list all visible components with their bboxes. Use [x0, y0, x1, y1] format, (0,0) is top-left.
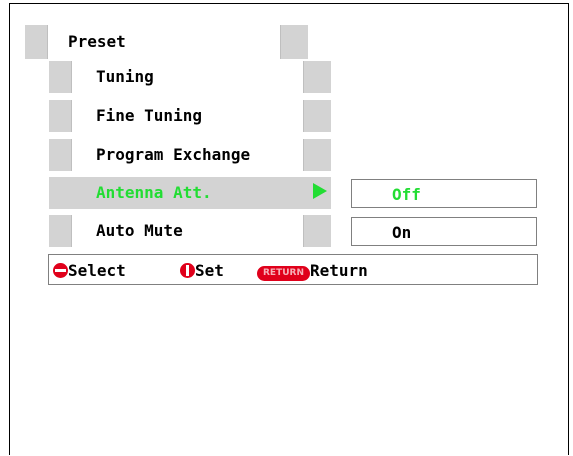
menu-item-fine-tuning[interactable]: Fine Tuning	[49, 100, 331, 132]
menu-title: Preset	[68, 32, 126, 51]
selection-arrow-icon	[313, 183, 327, 199]
menu-item-label: Fine Tuning	[96, 106, 202, 125]
help-return-label: Return	[310, 261, 368, 280]
menu-item-label: Program Exchange	[96, 145, 251, 164]
menu-item-label: Tuning	[96, 67, 154, 86]
menu-item-panel: Tuning	[71, 61, 304, 93]
menu-item-label: Auto Mute	[96, 221, 183, 240]
menu-item-panel-selected: Antenna Att.	[71, 177, 304, 209]
menu-item-label: Antenna Att.	[96, 183, 212, 202]
help-set-label: Set	[195, 261, 224, 280]
option-value: Off	[392, 185, 421, 204]
option-off[interactable]: Off	[351, 179, 537, 208]
option-on[interactable]: On	[351, 217, 537, 246]
menu-title-bar: Preset	[25, 25, 308, 59]
left-right-button-icon	[180, 263, 195, 278]
menu-item-auto-mute[interactable]: Auto Mute	[49, 215, 331, 247]
option-value: On	[392, 223, 412, 242]
menu-title-panel: Preset	[47, 25, 281, 59]
help-select-label: Select	[68, 261, 126, 280]
up-down-button-icon	[53, 263, 68, 278]
help-return: RETURN Return	[257, 261, 368, 281]
menu-item-panel: Fine Tuning	[71, 100, 304, 132]
menu-item-antenna-att[interactable]: Antenna Att.	[49, 177, 331, 209]
help-select: Select	[53, 261, 126, 280]
help-set: Set	[180, 261, 224, 280]
help-bar: Select Set RETURN Return	[48, 254, 538, 285]
menu-item-panel: Auto Mute	[71, 215, 304, 247]
return-button-icon: RETURN	[257, 266, 310, 281]
menu-item-panel: Program Exchange	[71, 139, 304, 171]
menu-item-program-exchange[interactable]: Program Exchange	[49, 139, 331, 171]
menu-item-tuning[interactable]: Tuning	[49, 61, 331, 93]
